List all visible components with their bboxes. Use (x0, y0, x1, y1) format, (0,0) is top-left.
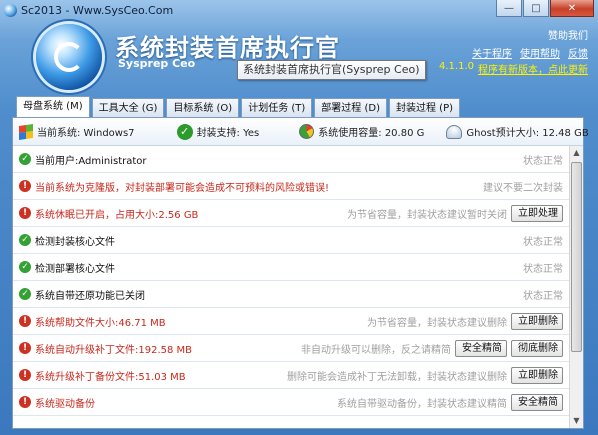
warning-icon: ! (19, 315, 31, 327)
item-text: 检测封装核心文件 (35, 236, 115, 248)
item-text: 系统休眠已开启，占用大小:2.56 GB (35, 209, 199, 221)
warning-icon: ! (19, 342, 31, 354)
item-note: 删除可能会造成补丁无法卸载，封装状态建议删除 (287, 371, 507, 383)
check-icon: ✓ (19, 234, 31, 246)
system-status-bar: 当前系统: Windows7 ✓ 封装支持: Yes 系统使用容量: 20.80… (13, 118, 589, 146)
check-icon: ✓ (19, 261, 31, 273)
list-item: ! 当前系统为克隆版，对封装部署可能会造成不可预料的风险或错误! 建议不要二次封… (13, 173, 569, 200)
list-item: ✓ 检测封装核心文件 状态正常 (13, 227, 569, 254)
item-text: 系统驱动备份 (35, 398, 95, 410)
scroll-thumb[interactable] (571, 162, 582, 352)
ghost-size: Ghost预计大小: 12.48 GB (446, 124, 589, 139)
tab-tools[interactable]: 工具大全 (G) (91, 98, 165, 117)
item-text: 系统自带还原功能已关闭 (35, 290, 145, 302)
minimize-button[interactable]: — (496, 0, 522, 17)
safe-trim-button[interactable]: 安全精简 (511, 393, 563, 411)
tab-bar: 母盘系统 (M) 工具大全 (G) 目标系统 (O) 计划任务 (T) 部署过程… (16, 96, 462, 117)
header-links: 关于程序 使用帮助 反馈 (472, 45, 588, 60)
item-note: 状态正常 (523, 290, 563, 302)
pack-support-text: 封装支持: Yes (196, 128, 260, 139)
check-circle-icon: ✓ (176, 123, 193, 140)
check-icon: ✓ (19, 288, 31, 300)
item-text: 系统帮助文件大小:46.71 MB (35, 317, 166, 329)
item-note: 非自动升级可以删除，反之请精简 (301, 344, 451, 356)
item-text: 检测部署核心文件 (35, 263, 115, 275)
tab-deploy-process[interactable]: 部署过程 (D) (314, 98, 387, 117)
list-item: ✓ 检测部署核心文件 状态正常 (13, 254, 569, 281)
pie-chart-icon (299, 124, 315, 139)
tab-target-system[interactable]: 目标系统 (O) (166, 98, 240, 117)
current-system-text: 当前系统: Windows7 (37, 128, 135, 139)
version-number: 4.1.1.0 (439, 61, 474, 72)
check-list: ✓ 当前用户:Administrator 状态正常 ! 当前系统为克隆版，对封装… (13, 146, 569, 428)
help-link[interactable]: 使用帮助 (520, 45, 560, 60)
check-icon: ✓ (19, 153, 31, 165)
sponsor-link[interactable]: 赞助我们 (548, 27, 588, 42)
list-item: ✓ 系统自带还原功能已关闭 状态正常 (13, 281, 569, 308)
item-note: 为节省容量，封装状态建议删除 (367, 317, 507, 329)
current-system: 当前系统: Windows7 (19, 123, 135, 140)
item-note: 状态正常 (523, 155, 563, 167)
ghost-size-text: Ghost预计大小: 12.48 GB (466, 128, 589, 139)
item-note: 系统自带驱动备份，封装状态建议精简 (337, 398, 507, 410)
scroll-down-icon[interactable]: ▼ (570, 414, 583, 428)
ghost-icon (446, 124, 463, 139)
warning-icon: ! (19, 396, 31, 408)
item-note: 状态正常 (523, 236, 563, 248)
vertical-scrollbar[interactable]: ▲ ▼ (569, 146, 583, 428)
list-item: ! 系统帮助文件大小:46.71 MB 为节省容量，封装状态建议删除 立即删除 (13, 308, 569, 335)
warning-icon: ! (19, 369, 31, 381)
item-note: 状态正常 (523, 263, 563, 275)
version-bar: 4.1.1.0 程序有新版本，点此更新 (439, 61, 588, 76)
handle-now-button[interactable]: 立即处理 (511, 204, 563, 222)
tooltip: 系统封装首席执行官(Sysprep Ceo) (237, 60, 426, 80)
delete-all-button[interactable]: 彻底删除 (511, 339, 563, 357)
main-window: Sc2013 - Www.SysCeo.Com — □ ✕ 系统封装首席执行官 … (0, 0, 598, 435)
item-text: 当前用户:Administrator (35, 155, 147, 167)
list-item: ! 系统自动升级补丁文件:192.58 MB 非自动升级可以删除，反之请精简 安… (13, 335, 569, 362)
item-text: 当前系统为克隆版，对封装部署可能会造成不可预料的风险或错误! (35, 182, 330, 194)
tab-content-panel: 当前系统: Windows7 ✓ 封装支持: Yes 系统使用容量: 20.80… (12, 117, 589, 429)
safe-trim-button[interactable]: 安全精简 (455, 339, 507, 357)
about-link[interactable]: 关于程序 (472, 45, 512, 60)
warning-icon: ! (19, 180, 31, 192)
feedback-link[interactable]: 反馈 (568, 45, 588, 60)
title-bar[interactable]: Sc2013 - Www.SysCeo.Com — □ ✕ (0, 0, 598, 22)
used-capacity: 系统使用容量: 20.80 G (299, 124, 424, 139)
list-item: ✓ 当前用户:Administrator 状态正常 (13, 146, 569, 173)
item-text: 系统自动升级补丁文件:192.58 MB (35, 344, 193, 356)
maximize-button[interactable]: □ (523, 0, 549, 17)
window-controls: — □ ✕ (495, 0, 594, 18)
window-title: Sc2013 - Www.SysCeo.Com (21, 4, 174, 17)
tab-pack-process[interactable]: 封装过程 (P) (388, 98, 460, 117)
item-text: 系统升级补丁备份文件:51.03 MB (35, 371, 186, 383)
close-button[interactable]: ✕ (550, 0, 594, 17)
app-logo-icon (36, 24, 102, 90)
scroll-up-icon[interactable]: ▲ (570, 146, 583, 160)
warning-icon: ! (19, 207, 31, 219)
item-note: 建议不要二次封装 (483, 182, 563, 194)
used-capacity-text: 系统使用容量: 20.80 G (318, 128, 425, 139)
app-subtitle: Sysprep Ceo (118, 57, 196, 70)
pack-support: ✓ 封装支持: Yes (176, 123, 260, 140)
update-link[interactable]: 程序有新版本，点此更新 (478, 61, 588, 76)
list-item: ! 系统驱动备份 系统自带驱动备份，封装状态建议精简 安全精简 (13, 389, 569, 416)
list-item: ! 系统休眠已开启，占用大小:2.56 GB 为节省容量，封装状态建议暂时关闭 … (13, 200, 569, 227)
item-note: 为节省容量，封装状态建议暂时关闭 (347, 209, 507, 221)
app-icon (4, 4, 17, 17)
delete-now-button[interactable]: 立即删除 (511, 312, 563, 330)
tab-scheduled-tasks[interactable]: 计划任务 (T) (241, 98, 313, 117)
windows-logo-icon (19, 123, 33, 140)
tab-master-system[interactable]: 母盘系统 (M) (16, 96, 90, 117)
delete-now-button[interactable]: 立即删除 (511, 366, 563, 384)
list-item: ! 系统升级补丁备份文件:51.03 MB 删除可能会造成补丁无法卸载，封装状态… (13, 362, 569, 389)
